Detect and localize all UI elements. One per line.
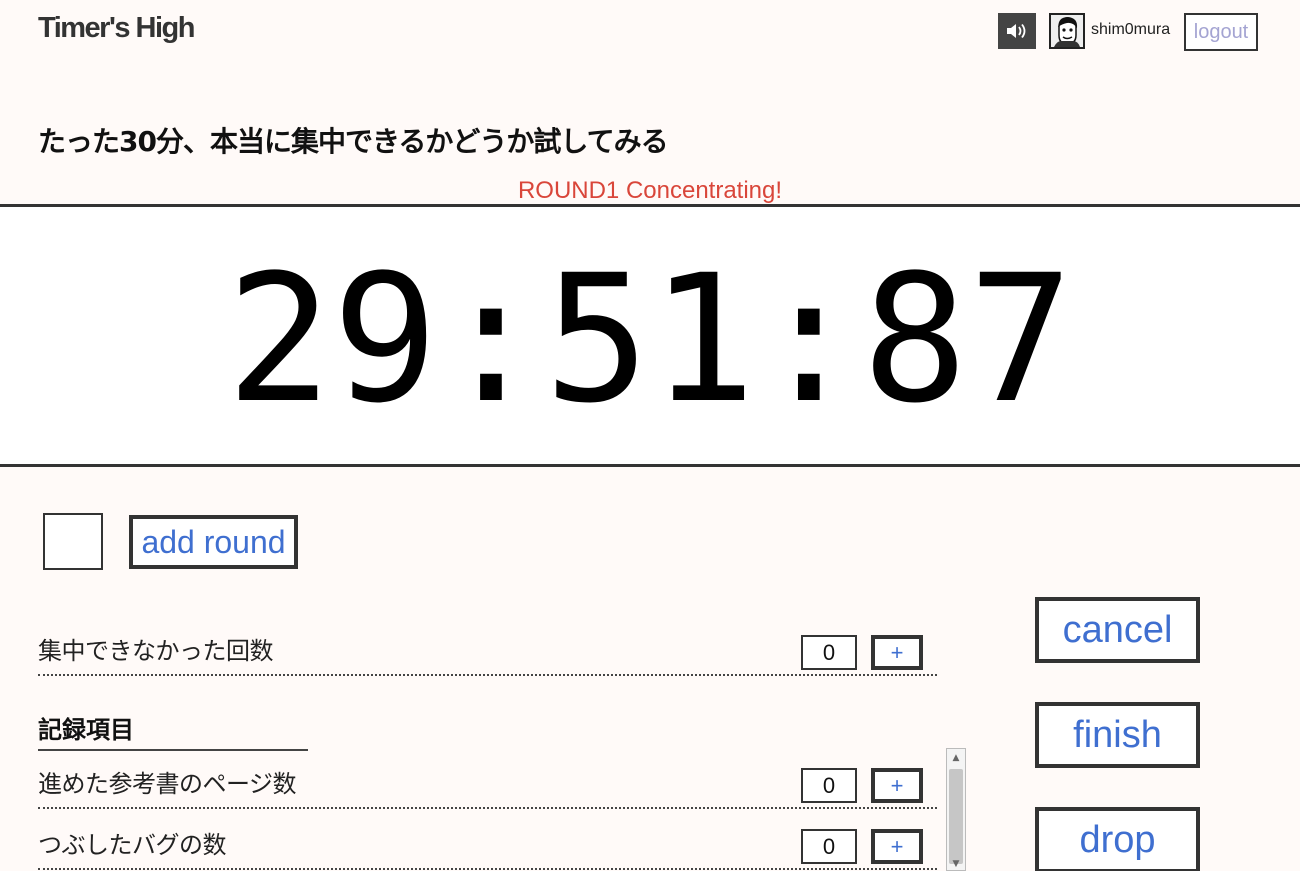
sound-toggle-button[interactable] (998, 13, 1036, 49)
avatar-icon (1051, 15, 1083, 47)
timer-page: Timer's High shim0mura logout たった30分、本当に… (0, 0, 1300, 871)
timer-display: 29:51:87 (226, 237, 1074, 442)
record-increment-button[interactable]: + (871, 829, 923, 864)
records-heading: 記録項目 (38, 710, 308, 751)
record-count[interactable]: 0 (801, 829, 857, 864)
record-row: つぶしたバグの数 0 + (38, 826, 937, 870)
distraction-counter-row: 集中できなかった回数 0 + (38, 632, 937, 676)
record-label: 進めた参考書のページ数 (38, 770, 297, 798)
round-checkbox[interactable] (43, 513, 103, 570)
distraction-count[interactable]: 0 (801, 635, 857, 670)
scroll-down-arrow-icon[interactable]: ▼ (947, 858, 965, 870)
scroll-thumb[interactable] (949, 769, 963, 864)
add-round-button[interactable]: add round (129, 515, 298, 569)
record-increment-button[interactable]: + (871, 768, 923, 803)
app-logo[interactable]: Timer's High (38, 12, 195, 45)
record-label: つぶしたバグの数 (38, 831, 227, 859)
distraction-increment-button[interactable]: + (871, 635, 923, 670)
logout-button[interactable]: logout (1184, 13, 1258, 51)
task-title: たった30分、本当に集中できるかどうか試してみる (38, 125, 669, 158)
speaker-icon (1007, 23, 1026, 39)
record-count[interactable]: 0 (801, 768, 857, 803)
drop-button[interactable]: drop (1035, 807, 1200, 871)
cancel-button[interactable]: cancel (1035, 597, 1200, 663)
username[interactable]: shim0mura (1091, 21, 1170, 39)
record-row: 進めた参考書のページ数 0 + (38, 765, 937, 809)
timer-band: 29:51:87 (0, 204, 1300, 467)
scroll-up-arrow-icon[interactable]: ▲ (947, 749, 965, 767)
round-status: ROUND1 Concentrating! (517, 177, 783, 204)
records-scrollbar[interactable]: ▲ ▼ (946, 748, 966, 871)
user-avatar[interactable] (1049, 13, 1085, 49)
finish-button[interactable]: finish (1035, 702, 1200, 768)
distraction-label: 集中できなかった回数 (38, 637, 274, 665)
